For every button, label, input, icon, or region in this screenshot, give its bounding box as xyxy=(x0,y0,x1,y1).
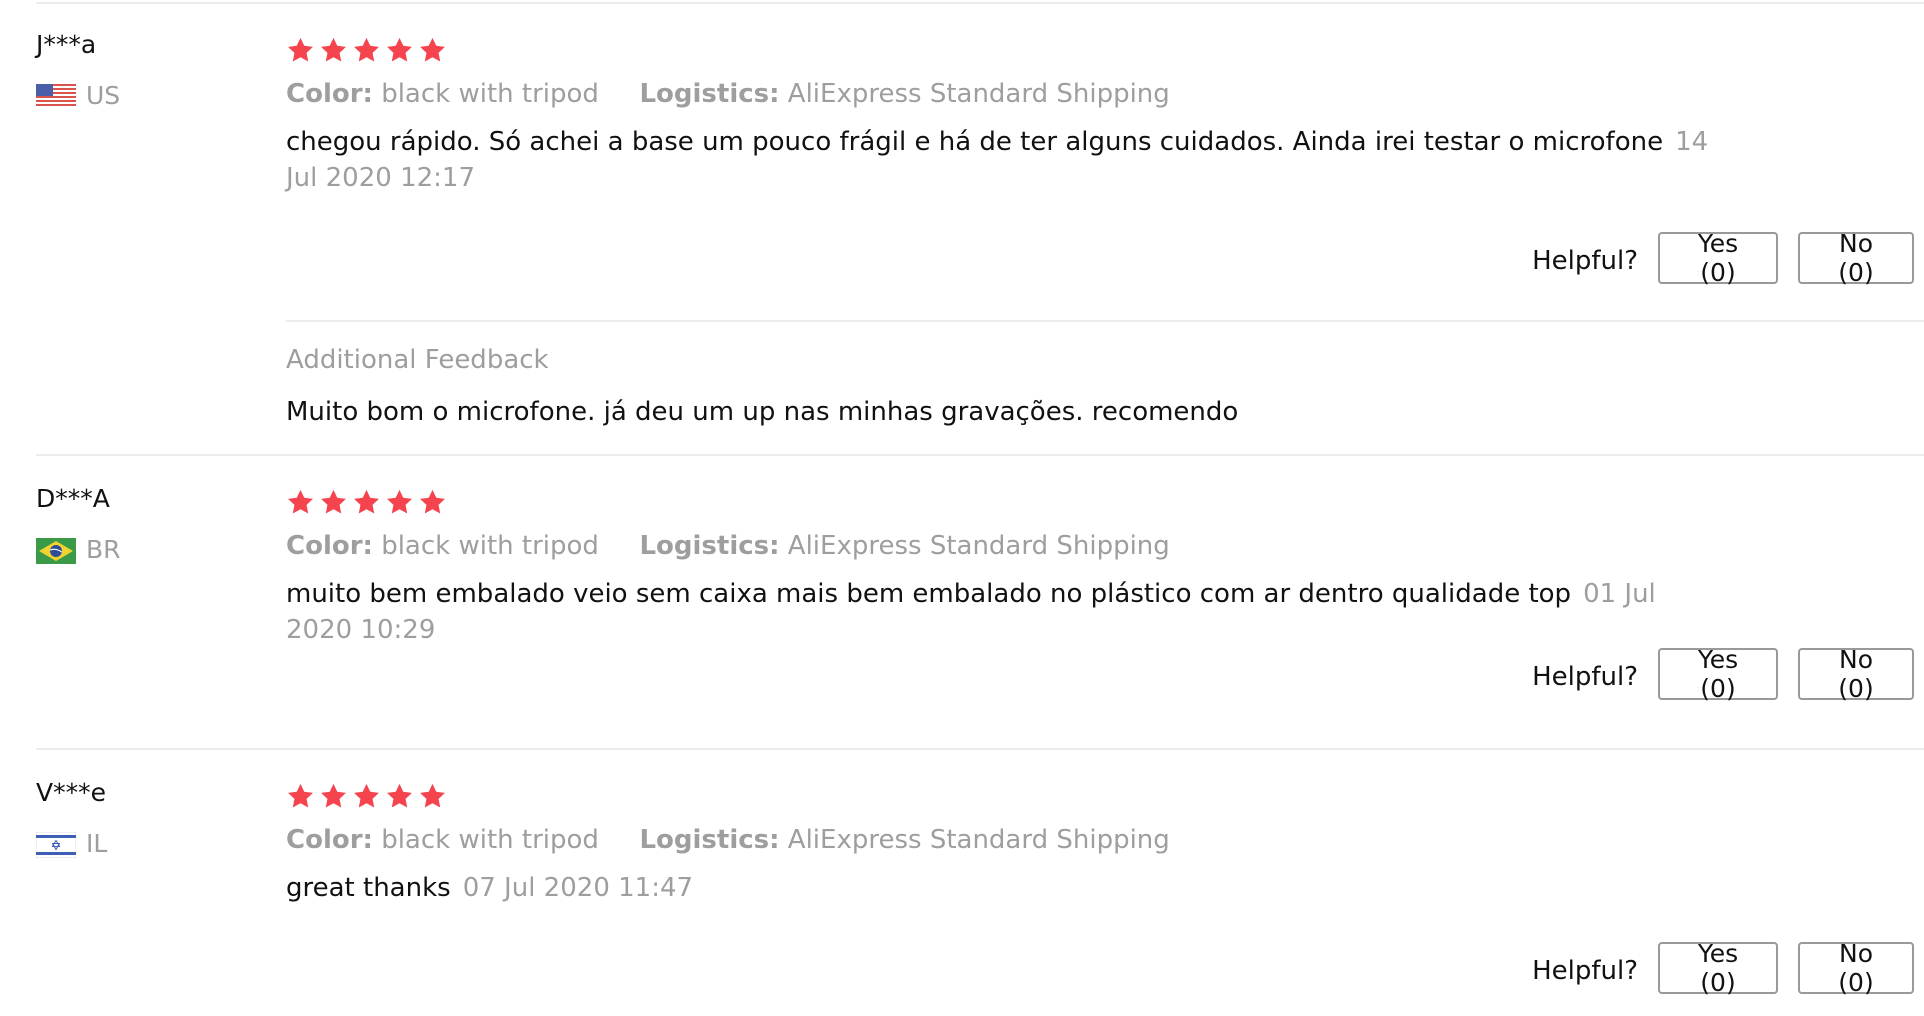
review-body: Color: black with tripod Logistics: AliE… xyxy=(286,486,1914,648)
helpful-no-button[interactable]: No (0) xyxy=(1798,645,1914,703)
logistics-label: Logistics: xyxy=(639,825,780,855)
br-flag-icon xyxy=(36,538,76,564)
review-content: muito bem embalado veio sem caixa mais b… xyxy=(286,576,1726,648)
star-icon xyxy=(286,36,315,65)
review-content: chegou rápido. Só achei a base um pouco … xyxy=(286,124,1726,196)
star-icon xyxy=(385,782,414,811)
review-item: V***e IL Color: black with tripod Logist… xyxy=(0,750,1924,1016)
review-text: chegou rápido. Só achei a base um pouco … xyxy=(286,127,1664,157)
helpful-no-button[interactable]: No (0) xyxy=(1798,939,1914,997)
review-body: Color: black with tripod Logistics: AliE… xyxy=(286,34,1914,196)
reviewer-info: D***A BR xyxy=(36,484,236,564)
reviewer-name: J***a xyxy=(36,30,97,59)
review-content: great thanks 07 Jul 2020 11:47 xyxy=(286,870,1726,906)
review-body: Color: black with tripod Logistics: AliE… xyxy=(286,780,1914,906)
review-date: 07 Jul 2020 11:47 xyxy=(462,873,694,903)
additional-divider xyxy=(286,320,1924,322)
star-icon xyxy=(319,488,348,517)
reviewer-info: V***e IL xyxy=(36,778,236,858)
logistics-value: AliExpress Standard Shipping xyxy=(787,825,1170,855)
star-icon xyxy=(385,36,414,65)
star-icon xyxy=(352,782,381,811)
color-value: black with tripod xyxy=(381,825,599,855)
helpful-label: Helpful? xyxy=(1532,246,1638,276)
us-flag-icon xyxy=(36,84,76,106)
star-icon xyxy=(286,782,315,811)
additional-feedback-title: Additional Feedback xyxy=(286,345,549,375)
country-code: IL xyxy=(86,828,108,858)
logistics-label: Logistics: xyxy=(639,79,780,109)
helpful-row: Helpful? Yes (0) No (0) xyxy=(1532,645,1914,703)
logistics-value: AliExpress Standard Shipping xyxy=(787,79,1170,109)
review-attributes: Color: black with tripod Logistics: AliE… xyxy=(286,530,1914,562)
additional-feedback-text: Muito bom o microfone. já deu um up nas … xyxy=(286,397,1239,427)
helpful-label: Helpful? xyxy=(1532,662,1638,692)
color-value: black with tripod xyxy=(381,531,599,561)
il-flag-icon xyxy=(36,832,76,858)
star-icon xyxy=(286,488,315,517)
star-icon xyxy=(418,782,447,811)
review-attributes: Color: black with tripod Logistics: AliE… xyxy=(286,824,1914,856)
reviewer-name: D***A xyxy=(36,484,110,513)
star-rating xyxy=(286,486,1914,518)
star-icon xyxy=(352,488,381,517)
star-icon xyxy=(418,36,447,65)
star-icon xyxy=(319,782,348,811)
star-rating xyxy=(286,34,1914,66)
logistics-label: Logistics: xyxy=(639,531,780,561)
reviewer-country: BR xyxy=(36,534,236,564)
helpful-yes-button[interactable]: Yes (0) xyxy=(1658,229,1778,287)
reviewer-country: IL xyxy=(36,828,236,858)
star-icon xyxy=(418,488,447,517)
star-rating xyxy=(286,780,1914,812)
logistics-value: AliExpress Standard Shipping xyxy=(787,531,1170,561)
color-value: black with tripod xyxy=(381,79,599,109)
review-text: great thanks xyxy=(286,873,451,903)
review-item: J***a US Color: black with tripod Logist… xyxy=(0,0,1924,455)
color-label: Color: xyxy=(286,79,373,109)
helpful-yes-button[interactable]: Yes (0) xyxy=(1658,645,1778,703)
color-label: Color: xyxy=(286,825,373,855)
country-code: BR xyxy=(86,534,121,564)
star-icon xyxy=(385,488,414,517)
helpful-no-button[interactable]: No (0) xyxy=(1798,229,1914,287)
review-item: D***A BR Color: black with tripod Logist… xyxy=(0,456,1924,746)
reviewer-country: US xyxy=(36,80,236,110)
star-icon xyxy=(319,36,348,65)
color-label: Color: xyxy=(286,531,373,561)
star-icon xyxy=(352,36,381,65)
review-attributes: Color: black with tripod Logistics: AliE… xyxy=(286,78,1914,110)
helpful-row: Helpful? Yes (0) No (0) xyxy=(1532,939,1914,997)
additional-feedback: Additional Feedback Muito bom o microfon… xyxy=(286,320,1924,428)
reviewer-info: J***a US xyxy=(36,30,236,110)
review-text: muito bem embalado veio sem caixa mais b… xyxy=(286,579,1572,609)
helpful-row: Helpful? Yes (0) No (0) xyxy=(1532,229,1914,287)
country-code: US xyxy=(86,80,121,110)
reviewer-name: V***e xyxy=(36,778,106,807)
helpful-label: Helpful? xyxy=(1532,956,1638,986)
helpful-yes-button[interactable]: Yes (0) xyxy=(1658,939,1778,997)
